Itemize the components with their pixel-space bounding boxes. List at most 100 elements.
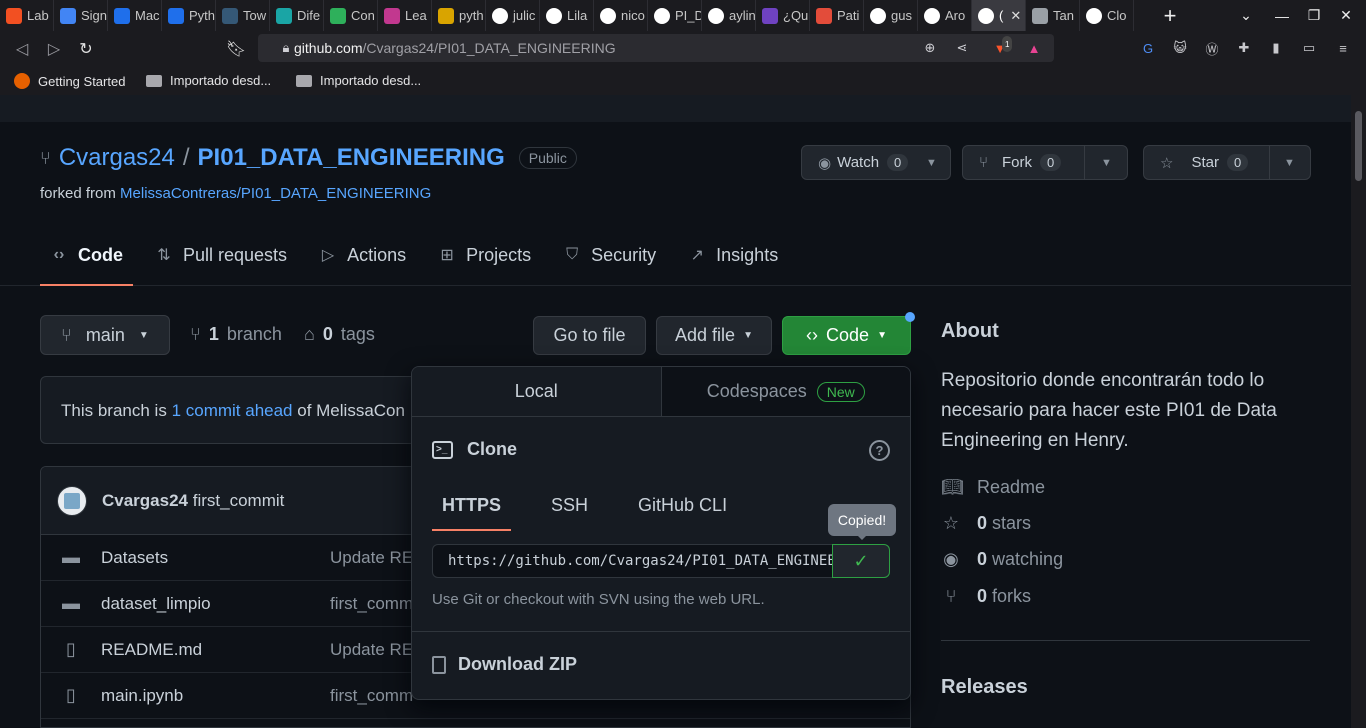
stars-link[interactable]: ☆ 0 stars [941, 513, 1031, 534]
star-dropdown-icon[interactable]: ▼ [1284, 157, 1295, 169]
clone-url-input[interactable]: https://github.com/Cvargas24/PI01_DATA_E… [432, 544, 833, 578]
browser-tab[interactable]: Con [324, 0, 378, 31]
extensions-puzzle-icon[interactable]: ✚ [1235, 39, 1253, 57]
tab-projects[interactable]: ⊞ Projects [428, 235, 541, 275]
releases-heading[interactable]: Releases [941, 676, 1028, 699]
forked-from-link[interactable]: MelissaContreras/PI01_DATA_ENGINEERING [120, 185, 431, 202]
scrollbar-thumb[interactable] [1355, 111, 1362, 181]
branches-link[interactable]: ⑂ 1 branch [190, 324, 282, 345]
browser-tab[interactable]: Clo [1080, 0, 1134, 31]
repo-separator: / [182, 144, 190, 171]
browser-tab[interactable]: aylin [702, 0, 756, 31]
menu-icon[interactable]: ≡ [1334, 39, 1352, 57]
branch-icon: ⑂ [190, 324, 201, 344]
close-window-icon[interactable]: ✕ [1330, 0, 1362, 31]
browser-tab[interactable]: Dife [270, 0, 324, 31]
browser-tab[interactable]: Pati [810, 0, 864, 31]
bookmark-icon[interactable]: 🔖︎ [224, 38, 248, 60]
forks-link[interactable]: ⑂ 0 forks [941, 586, 1031, 607]
zoom-icon[interactable]: ⊕ [922, 40, 938, 56]
repo-owner-link[interactable]: Cvargas24 [59, 144, 175, 172]
browser-tab[interactable]: Lab [0, 0, 54, 31]
watching-link[interactable]: ◉ 0 watching [941, 549, 1063, 570]
avatar[interactable] [57, 485, 87, 516]
bookmark-folder-2[interactable]: Importado desd... [296, 73, 421, 88]
tab-pull-requests[interactable]: ⇅ Pull requests [145, 235, 297, 275]
browser-tab[interactable]: (✕ [972, 0, 1026, 31]
file-commit-message[interactable]: Update RE [330, 548, 413, 568]
github-header-strip [0, 95, 1351, 122]
tab-list-chevron-icon[interactable]: ⌄ [1230, 0, 1262, 31]
commits-ahead-link[interactable]: 1 commit ahead [172, 401, 293, 420]
tab-https[interactable]: HTTPS [432, 483, 512, 531]
file-name[interactable]: main.ipynb [101, 686, 330, 706]
bookmark-getting-started[interactable]: Getting Started [14, 73, 125, 89]
browser-tab[interactable]: nico [594, 0, 648, 31]
file-name[interactable]: README.md [101, 640, 330, 660]
file-commit-message[interactable]: first_comm [330, 594, 413, 614]
lock-icon[interactable]: 🔒︎ [278, 40, 294, 56]
browser-tab[interactable]: PI_D [648, 0, 702, 31]
maximize-icon[interactable]: ❐ [1298, 0, 1330, 31]
w-extension-icon[interactable]: Ⓦ [1203, 39, 1221, 57]
tab-code[interactable]: ‹› Code [40, 235, 133, 286]
file-name[interactable]: Datasets [101, 548, 330, 568]
tab-github-cli[interactable]: GitHub CLI [628, 483, 737, 528]
address-bar[interactable]: 🔒︎ github.com/Cvargas24/PI01_DATA_ENGINE… [258, 34, 1054, 62]
file-name[interactable]: dataset_limpio [101, 594, 330, 614]
share-icon[interactable]: ⋖ [954, 40, 970, 56]
minimize-icon[interactable]: — [1266, 0, 1298, 31]
go-to-file-button[interactable]: Go to file [533, 316, 646, 355]
tab-title: Sign [81, 8, 108, 23]
download-zip-button[interactable]: Download ZIP [432, 654, 577, 675]
add-file-button[interactable]: Add file ▼ [656, 316, 772, 355]
browser-tab[interactable]: Pyth [162, 0, 216, 31]
tab-title: Tan [1053, 8, 1074, 23]
tab-insights[interactable]: ↗ Insights [678, 235, 788, 275]
browser-tab[interactable]: Tan [1026, 0, 1080, 31]
browser-tab[interactable]: Sign [54, 0, 108, 31]
forward-icon[interactable]: ▷ [42, 38, 66, 60]
browser-tab[interactable]: Lea [378, 0, 432, 31]
watch-button[interactable]: ◉ Watch 0 ▼ [801, 145, 951, 180]
fork-button[interactable]: ⑂ Fork 0 ▼ [962, 145, 1128, 180]
browser-tab[interactable]: Mac [108, 0, 162, 31]
repo-name-link[interactable]: PI01_DATA_ENGINEERING [198, 144, 505, 172]
star-button[interactable]: ☆ Star 0 ▼ [1143, 145, 1311, 180]
file-commit-message[interactable]: first_comm [330, 686, 413, 706]
back-icon[interactable]: ◁ [10, 38, 34, 60]
question-icon[interactable]: ? [869, 440, 890, 461]
bookmark-folder-1[interactable]: Importado desd... [146, 73, 271, 88]
browser-tab[interactable]: ¿Qu [756, 0, 810, 31]
copy-url-button[interactable]: ✓ [832, 544, 890, 578]
browser-tab[interactable]: Tow [216, 0, 270, 31]
tags-link[interactable]: ⌂ 0 tags [304, 324, 375, 345]
brave-rewards-icon[interactable]: ▲ [1026, 40, 1042, 56]
commit-author[interactable]: Cvargas24 [102, 491, 188, 510]
browser-tab[interactable]: Lila [540, 0, 594, 31]
close-tab-icon[interactable]: ✕ [1010, 8, 1021, 24]
readme-link[interactable]: 📖︎ Readme [941, 477, 1045, 498]
tab-security[interactable]: ⛉ Security [553, 235, 666, 275]
browser-tab[interactable]: julic [486, 0, 540, 31]
sidebar-icon[interactable]: ▮ [1267, 39, 1285, 57]
google-icon [60, 7, 76, 24]
file-commit-message[interactable]: Update RE [330, 640, 413, 660]
reload-icon[interactable]: ↻ [74, 38, 98, 60]
fork-dropdown-icon[interactable]: ▼ [1101, 157, 1112, 169]
code-button[interactable]: ‹› Code ▼ [782, 316, 911, 355]
tab-actions[interactable]: ▷ Actions [309, 235, 416, 275]
translate-icon[interactable]: G [1139, 39, 1157, 57]
browser-tab[interactable]: gus [864, 0, 918, 31]
page-scrollbar[interactable] [1351, 95, 1366, 728]
cat-extension-icon[interactable]: 😺︎ [1171, 39, 1189, 57]
commit-message[interactable]: first_commit [193, 491, 285, 510]
new-tab-icon[interactable]: + [1150, 0, 1190, 31]
browser-tab[interactable]: pyth [432, 0, 486, 31]
tab-local[interactable]: Local [412, 367, 662, 416]
tab-ssh[interactable]: SSH [541, 483, 598, 528]
branch-select-button[interactable]: ⑂ main ▼ [40, 315, 170, 355]
wallet-icon[interactable]: ▭ [1300, 39, 1318, 57]
browser-tab[interactable]: Aro [918, 0, 972, 31]
tab-codespaces[interactable]: Codespaces New [661, 367, 910, 416]
